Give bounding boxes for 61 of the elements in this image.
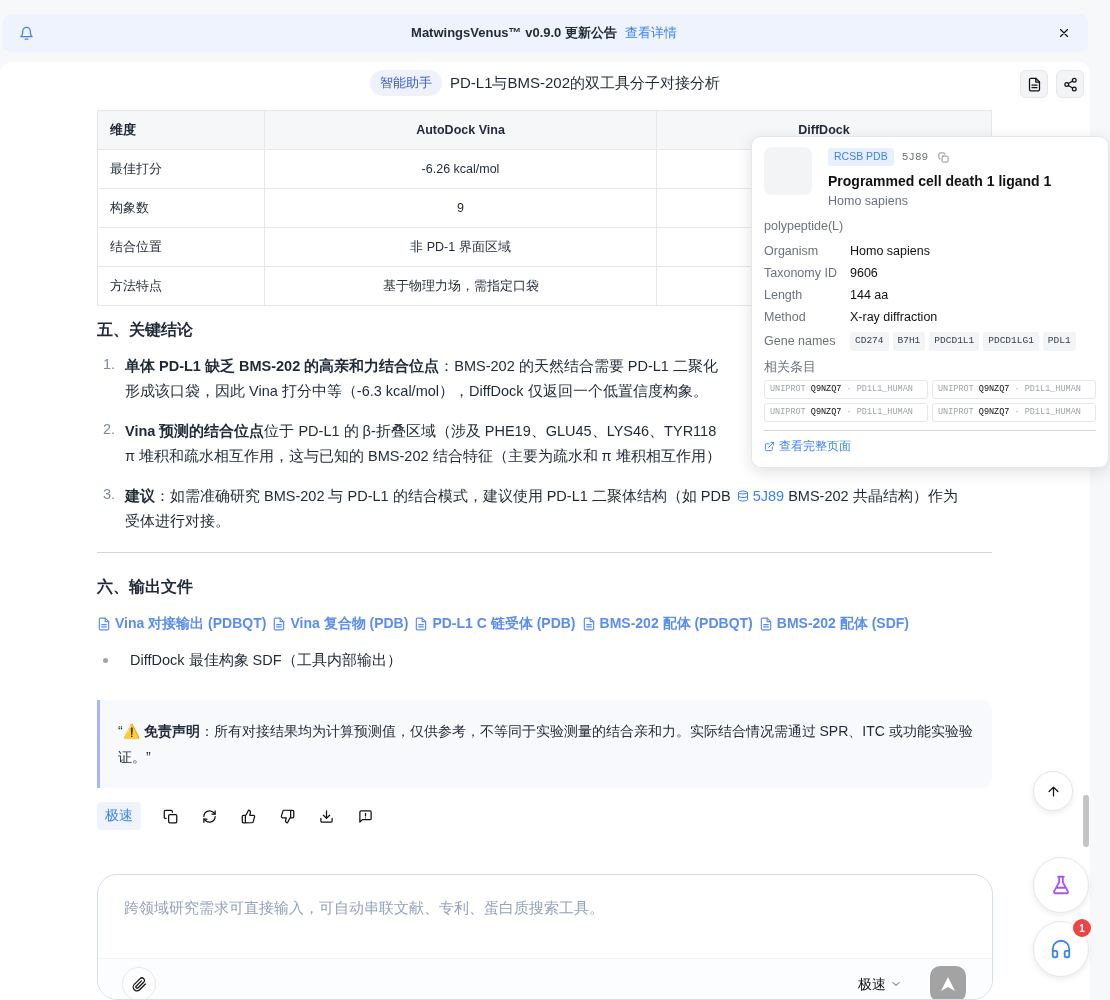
field-value: 9606 (850, 264, 878, 282)
list-text: 形成该口袋，因此 Vina 打分中等（-6.3 kcal/mol），DiffDock 仅返回一个低置信度构象。 (125, 382, 709, 401)
file-link[interactable]: Vina 复合物 (PDB) (272, 613, 409, 634)
list-text: 建议：如需准确研究 BMS-202 与 PD-L1 的结合模式，建议使用 PD-L1 二聚体结构（如 PDB 5J89 BMS-202 共晶结构）作为 (125, 487, 958, 506)
table-cell: 结合位置 (97, 227, 265, 267)
field-label: Length (764, 286, 804, 304)
file-link[interactable]: BMS-202 配体 (PDBQT) (581, 613, 753, 634)
gene-chip: PDCD1L1 (929, 332, 980, 351)
related-entry[interactable]: UNIPROT Q9NZQ7 · PD1L1_HUMAN (764, 380, 928, 399)
related-entry[interactable]: UNIPROT Q9NZQ7 · PD1L1_HUMAN (764, 403, 928, 422)
field-value: Homo sapiens (850, 242, 930, 260)
gene-chip: PDCD1LG1 (983, 332, 1039, 351)
related-entry[interactable]: UNIPROT Q9NZQ7 · PD1L1_HUMAN (932, 380, 1096, 399)
list-text: π 堆积和疏水相互作用，这与已知的 BMS-202 结合特征（主要为疏水和 π 堆积相互作用） (125, 447, 721, 466)
gene-chip: PDL1 (1042, 332, 1076, 351)
gene-chip: B7H1 (892, 332, 926, 351)
column-header: AutoDock Vina (264, 110, 657, 150)
column-header: 维度 (97, 110, 265, 150)
list-text: 受体进行对接。 (125, 512, 231, 531)
conversation-title: PD-L1与BMS-202的双工具分子对接分析 (449, 72, 720, 93)
list-number: 2. (101, 420, 116, 439)
disclaimer-quote: “⚠ 免责声明：所有对接结果均为计算预测值，仅供参考，不等同于实验测量的结合亲和力。实际结合情况需通过 SPR、ITC 或功能实验验证。” (97, 700, 992, 788)
notice-title: MatwingsVenus™ v0.9.0 更新公告 (411, 24, 617, 43)
list-text: Vina 预测的结合位点位于 PD-L1 的 β-折叠区域（涉及 PHE19、GLU45、LYS46、TYR118 (125, 422, 718, 441)
field-value: X-ray diffraction (850, 308, 938, 326)
file-link[interactable]: BMS-202 配体 (SDF) (758, 613, 909, 634)
table-cell: 非 PD-1 界面区域 (264, 227, 657, 267)
file-link[interactable]: Vina 对接输出 (PDBQT) (97, 613, 267, 634)
table-cell: 基于物理力场，需指定口袋 (264, 266, 657, 306)
table-cell: 最佳打分 (97, 149, 265, 189)
section-heading: 五、关键结论 (97, 321, 193, 340)
molecule-type: polypeptide(L) (764, 217, 845, 235)
gene-chip: CD274 (850, 332, 889, 351)
table-cell: 方法特点 (97, 266, 265, 306)
full-page-link[interactable]: 查看完整页面 (764, 437, 851, 456)
message-input[interactable]: 跨领域研究需求可直接输入，可自动串联文献、专利、蛋白质搜索工具。 (122, 897, 962, 921)
related-entry[interactable]: UNIPROT Q9NZQ7 · PD1L1_HUMAN (932, 403, 1096, 422)
table-cell: 构象数 (97, 188, 265, 228)
details-link[interactable]: 查看详情 (624, 23, 677, 43)
table-cell: -6.26 kcal/mol (264, 149, 657, 189)
field-label: Method (764, 308, 807, 326)
list-text: DiffDock 最佳构象 SDF（工具内部输出） (130, 651, 402, 670)
source-tag: RCSB PDB (828, 148, 894, 166)
list-number: 1. (101, 355, 116, 374)
field-label: Taxonomy ID (764, 264, 838, 282)
protein-title: Programmed cell death 1 ligand 1 (828, 172, 1052, 191)
mode-button[interactable]: 极速 (97, 802, 141, 831)
list-number: 3. (101, 485, 116, 504)
assistant-tag: 智能助手 (369, 70, 442, 96)
field-label: Organism (764, 242, 820, 260)
field-label: Gene names (764, 333, 837, 351)
table-cell: 9 (264, 188, 657, 228)
related-label: 相关条目 (764, 358, 817, 376)
file-link[interactable]: PD-L1 C 链受体 (PDB) (414, 613, 576, 634)
entry-id: 5J89 (901, 149, 929, 165)
species-text: Homo sapiens (828, 193, 909, 210)
field-value: 144 aa (850, 286, 889, 304)
mode-dropdown[interactable]: 极速 (858, 974, 902, 994)
section-heading: 六、输出文件 (97, 578, 193, 597)
list-text: 单体 PD-L1 缺乏 BMS-202 的高亲和力结合位点：BMS-202 的天然结合需要 PD-L1 二聚化 (125, 357, 718, 376)
pdb-link[interactable]: 5J89 (736, 488, 785, 504)
